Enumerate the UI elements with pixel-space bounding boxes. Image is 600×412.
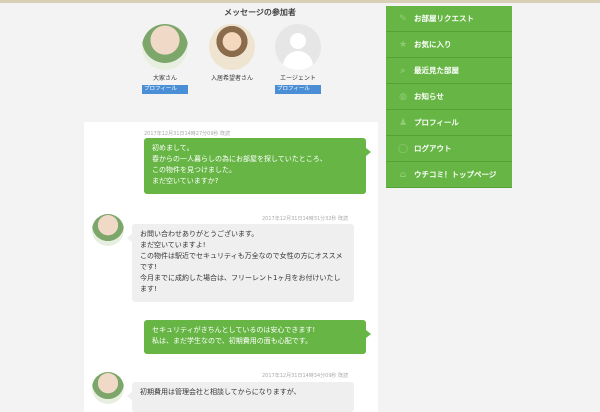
menu-item-top-page[interactable]: ⌂ ウチコミ！トップページ — [386, 162, 512, 188]
user-icon: ♟ — [398, 117, 408, 128]
message-timestamp: 2017年12月31日14時27分09秒 既読 — [144, 131, 231, 137]
avatar[interactable] — [209, 24, 255, 70]
menu-item-profile[interactable]: ♟ プロフィール — [386, 110, 512, 136]
menu-item-label: ログアウト — [414, 144, 452, 153]
menu-item-label: お気に入り — [414, 40, 452, 49]
top-bar — [0, 0, 600, 3]
avatar[interactable] — [92, 214, 124, 246]
message-line: この物件を見つけました。 — [152, 166, 236, 174]
participant-agent: エージェント プロフィール — [268, 24, 328, 94]
message-line: まだ空いていますよ! — [140, 241, 206, 249]
menu-item-label: 最近見た部屋 — [414, 66, 459, 75]
pencil-icon: ✎ — [399, 13, 407, 24]
participant-name: 大家さん — [152, 75, 177, 82]
message-line: お問い合わせありがとうございます。 — [140, 230, 259, 238]
avatar[interactable] — [275, 24, 321, 70]
message-bubble-outgoing: 初めまして。 春からの一人暮らしの為にお部屋を探していたところ、 この物件を見つ… — [144, 138, 371, 194]
message-line: 今月までに成約した場合は、フリーレント1ヶ月をお付けいたします! — [140, 274, 341, 293]
message-line: この物件は駅近でセキュリティも万全なので女性の方にオススメです! — [140, 252, 343, 271]
message-timestamp: 2017年12月31日14時34分09秒 既読 — [262, 373, 349, 379]
profile-button[interactable]: プロフィール — [142, 85, 188, 94]
message-line: 私は、まだ学生なので、初期費用の面も心配です。 — [152, 337, 313, 345]
participants-title: メッセージの参加者 — [224, 8, 296, 17]
menu-item-favorites[interactable]: ★ お気に入り — [386, 32, 512, 58]
user-placeholder-icon — [290, 33, 306, 49]
participant-applicant: 入居希望者さん — [202, 24, 262, 82]
search-icon: ⌕ — [400, 65, 406, 76]
logout-icon: ◯ — [397, 143, 409, 154]
message-line: 春からの一人暮らしの為にお部屋を探していたところ、 — [152, 155, 327, 163]
message-timestamp: 2017年12月31日14時31分32秒 既読 — [262, 216, 349, 222]
message-bubble-outgoing: セキュリティがきちんとしているのは安心できます! 私は、まだ学生なので、初期費用… — [144, 320, 371, 354]
menu-item-notifications[interactable]: ◍ お知らせ — [386, 84, 512, 110]
menu-item-label: お知らせ — [414, 92, 444, 101]
home-icon: ⌂ — [399, 169, 407, 180]
chat-panel: 2017年12月31日14時27分09秒 既読 初めまして。 春からの一人暮らし… — [84, 122, 378, 412]
dropdown-menu: ✎ お部屋リクエスト ★ お気に入り ⌕ 最近見た部屋 ◍ お知らせ ♟ プロフ… — [386, 6, 512, 188]
message-line: 初期費用は管理会社と相談してからになりますが、 — [140, 388, 301, 396]
participant-owner: 大家さん プロフィール — [135, 24, 195, 94]
message-line: 初めまして。 — [152, 144, 194, 152]
profile-button[interactable]: プロフィール — [275, 85, 321, 94]
menu-item-recently-viewed[interactable]: ⌕ 最近見た部屋 — [386, 58, 512, 84]
menu-item-label: お部屋リクエスト — [414, 14, 474, 23]
message-bubble-incoming: お問い合わせありがとうございます。 まだ空いていますよ! この物件は駅近でセキュ… — [127, 224, 354, 302]
menu-item-logout[interactable]: ◯ ログアウト — [386, 136, 512, 162]
menu-item-room-request[interactable]: ✎ お部屋リクエスト — [386, 6, 512, 32]
message-bubble-incoming: 初期費用は管理会社と相談してからになりますが、 — [127, 382, 354, 412]
message-line: まだ空いていますか? — [152, 177, 219, 185]
globe-icon: ◍ — [399, 91, 407, 102]
star-icon: ★ — [398, 39, 408, 50]
menu-item-label: プロフィール — [414, 118, 459, 127]
avatar[interactable] — [142, 24, 188, 70]
participant-name: エージェント — [280, 75, 316, 82]
menu-item-label: ウチコミ！トップページ — [414, 170, 497, 179]
avatar[interactable] — [92, 372, 124, 404]
message-line: セキュリティがきちんとしているのは安心できます! — [152, 326, 316, 334]
participant-name: 入居希望者さん — [210, 75, 253, 82]
